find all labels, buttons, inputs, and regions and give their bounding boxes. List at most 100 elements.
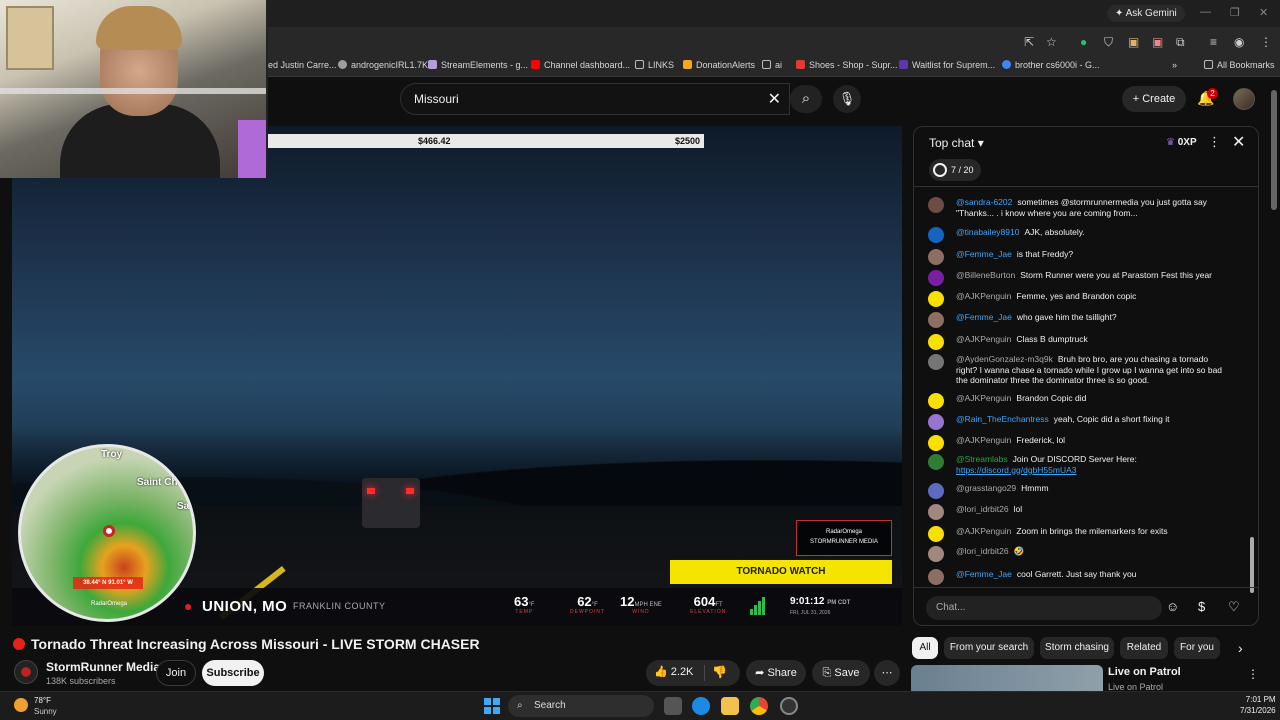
account-avatar[interactable] — [1233, 88, 1255, 110]
chat-author[interactable]: @AJKPenguin — [956, 526, 1011, 536]
chat-avatar[interactable] — [928, 414, 944, 430]
chat-message[interactable]: @AJKPenguin Frederick, lol — [928, 435, 1228, 451]
chat-message[interactable]: @AydenGonzalez-m3q9k Bruh bro bro, are yo… — [928, 354, 1228, 386]
bookmarks-overflow-icon[interactable]: » — [1172, 60, 1177, 70]
media-icon[interactable]: ≡ — [1210, 35, 1217, 49]
chat-message[interactable]: @Femme_Jae is that Freddy? — [928, 249, 1228, 265]
share-button[interactable]: ➦ Share — [746, 660, 806, 686]
chat-message[interactable]: @AJKPenguin Class B dumptruck — [928, 334, 1228, 350]
chat-avatar[interactable] — [928, 483, 944, 499]
bookmark-item[interactable]: StreamElements - g... — [428, 60, 528, 70]
chat-avatar[interactable] — [928, 393, 944, 409]
bookmark-item[interactable]: DonationAlerts — [683, 60, 755, 70]
channel-avatar[interactable] — [14, 660, 38, 684]
all-bookmarks[interactable]: All Bookmarks — [1204, 60, 1275, 70]
bookmark-item[interactable]: LINKS — [635, 60, 674, 70]
dislike-button[interactable]: 👎 — [712, 665, 727, 679]
more-icon[interactable]: ⋮ — [1247, 667, 1259, 681]
recommendation-title[interactable]: Live on Patrol — [1108, 666, 1181, 678]
channel-name[interactable]: StormRunner Media — [46, 660, 160, 674]
search-query[interactable]: Missouri — [414, 92, 459, 106]
chat-author[interactable]: @sandra-6202 — [956, 197, 1012, 207]
bookmark-item[interactable]: ed Justin Carre... — [268, 60, 337, 70]
chat-author[interactable]: @tinabailey8910 — [956, 227, 1019, 237]
more-actions-button[interactable]: ⋯ — [874, 660, 900, 686]
chip-related[interactable]: Related — [1120, 637, 1168, 659]
extension-icon[interactable]: ▣ — [1152, 35, 1163, 49]
bookmark-item[interactable]: Shoes - Shop - Supr... — [796, 60, 898, 70]
chat-author[interactable]: @BilleneBurton — [956, 270, 1015, 280]
chat-author[interactable]: @lori_idrbit26 — [956, 546, 1009, 556]
chat-avatar[interactable] — [928, 435, 944, 451]
chat-avatar[interactable] — [928, 270, 944, 286]
emoji-icon[interactable]: ☺ — [1166, 599, 1179, 614]
chat-author[interactable]: @Femme_Jae — [956, 312, 1012, 322]
chat-message[interactable]: @Femme_Jae who gave him the tsillight? — [928, 312, 1228, 328]
chat-avatar[interactable] — [928, 227, 944, 243]
clear-search-icon[interactable]: ✕ — [768, 89, 781, 109]
ask-gemini-button[interactable]: ✦ Ask Gemini — [1107, 5, 1185, 22]
chat-message[interactable]: @Femme_Jae cool Garrett. Just say thank y… — [928, 569, 1228, 585]
chat-scrollbar[interactable] — [1250, 197, 1254, 593]
chat-author[interactable]: @AJKPenguin — [956, 393, 1011, 403]
close-window-icon[interactable]: ✕ — [1259, 6, 1268, 19]
subscribe-button[interactable]: Subscribe — [202, 660, 264, 686]
bookmark-item[interactable]: Waitlist for Suprem... — [899, 60, 995, 70]
recommendation-thumbnail[interactable] — [911, 665, 1103, 691]
chat-avatar[interactable] — [928, 504, 944, 520]
bookmark-star-icon[interactable]: ☆ — [1046, 35, 1057, 49]
chat-link[interactable]: https://discord.gg/dgbH55mUA3 — [956, 465, 1076, 475]
chat-message[interactable]: @lori_idrbit26 lol — [928, 504, 1228, 520]
more-icon[interactable]: ⋮ — [1260, 35, 1272, 49]
voice-search-button[interactable]: 🎙 — [833, 85, 861, 113]
chat-author[interactable]: @Rain_TheEnchantress — [956, 414, 1049, 424]
chat-message[interactable]: @BilleneBurton Storm Runner were you at P… — [928, 270, 1228, 286]
chat-author[interactable]: @Femme_Jae — [956, 249, 1012, 259]
search-input[interactable]: Missouri ✕ — [400, 83, 790, 115]
page-scrollbar[interactable] — [1270, 90, 1278, 690]
chat-input[interactable]: Chat... — [926, 596, 1162, 620]
chat-author[interactable]: @AJKPenguin — [956, 291, 1011, 301]
chip-storm-chasing[interactable]: Storm chasing — [1040, 637, 1114, 659]
chat-message[interactable]: @grasstango29 Hmmm — [928, 483, 1228, 499]
bookmark-item[interactable]: brother cs6000i - G... — [1002, 60, 1100, 70]
chat-avatar[interactable] — [928, 526, 944, 542]
chat-message[interactable]: @AJKPenguin Brandon Copic did — [928, 393, 1228, 409]
chat-author[interactable]: @AJKPenguin — [956, 435, 1011, 445]
puzzle-icon[interactable]: ⧉ — [1176, 35, 1185, 50]
system-clock[interactable]: 7:01 PM 7/31/2026 — [1240, 694, 1276, 716]
chrome-icon[interactable] — [750, 697, 768, 715]
chat-goal[interactable]: 7 / 20 — [929, 159, 981, 181]
chat-message[interactable]: @Streamlabs Join Our DISCORD Server Here:… — [928, 454, 1228, 475]
file-explorer-icon[interactable] — [721, 697, 739, 715]
chat-message[interactable]: @AJKPenguin Zoom in brings the milemarker… — [928, 526, 1228, 542]
obs-icon[interactable] — [780, 697, 798, 715]
chat-message[interactable]: @Rain_TheEnchantress yeah, Copic did a sh… — [928, 414, 1228, 430]
chat-author[interactable]: @grasstango29 — [956, 483, 1016, 493]
chat-more-icon[interactable]: ⋮ — [1208, 134, 1221, 150]
xp-badge[interactable]: ♛ 0XP — [1166, 137, 1197, 148]
shield-icon[interactable]: ⛉ — [1104, 35, 1113, 50]
like-button[interactable]: 👍 2.2K — [654, 665, 693, 678]
create-button[interactable]: + Create — [1122, 86, 1186, 112]
heart-icon[interactable]: ♡ — [1228, 599, 1240, 615]
chat-author[interactable]: @AydenGonzalez-m3q9k — [956, 354, 1053, 364]
chat-message[interactable]: @sandra-6202 sometimes @stormrunnermedia … — [928, 197, 1228, 218]
task-view-icon[interactable] — [664, 697, 682, 715]
bookmark-item[interactable]: Channel dashboard... — [531, 60, 630, 70]
join-button[interactable]: Join — [156, 660, 196, 686]
chat-author[interactable]: @Streamlabs — [956, 454, 1008, 464]
taskbar-search[interactable]: ⌕ Search — [508, 695, 654, 717]
chat-avatar[interactable] — [928, 291, 944, 307]
maximize-icon[interactable]: ❐ — [1230, 6, 1240, 19]
chat-author[interactable]: @AJKPenguin — [956, 334, 1011, 344]
chat-avatar[interactable] — [928, 354, 944, 370]
chat-avatar[interactable] — [928, 334, 944, 350]
save-button[interactable]: ⎘ Save — [812, 660, 870, 686]
chip-from-search[interactable]: From your search — [944, 637, 1034, 659]
profile-icon[interactable]: ◉ — [1234, 35, 1244, 49]
extension-icon[interactable]: ▣ — [1128, 35, 1139, 49]
chat-avatar[interactable] — [928, 312, 944, 328]
chip-for-you[interactable]: For you — [1174, 637, 1220, 659]
chat-avatar[interactable] — [928, 569, 944, 585]
